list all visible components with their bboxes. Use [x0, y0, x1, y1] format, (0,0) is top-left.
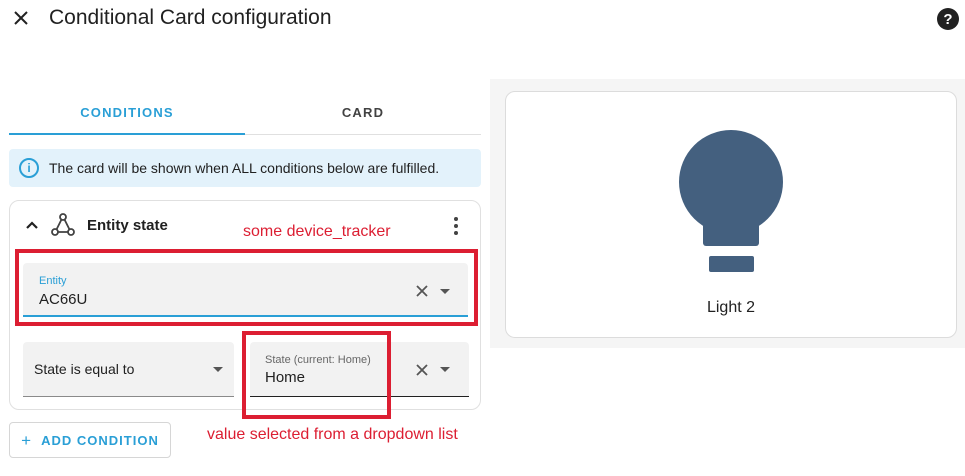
state-dropdown-arrow[interactable] [440, 367, 450, 372]
more-options-button[interactable] [448, 213, 464, 239]
info-alert-text: The card will be shown when ALL conditio… [49, 160, 440, 176]
kebab-dot [454, 231, 458, 235]
annotation-state-note: value selected from a dropdown list [207, 426, 458, 443]
info-icon: i [19, 158, 39, 178]
condition-title: Entity state [87, 217, 168, 234]
collapse-button[interactable] [22, 215, 42, 235]
lightbulb-icon [679, 130, 783, 272]
plus-icon: + [21, 430, 32, 450]
operator-dropdown-arrow[interactable] [213, 367, 223, 372]
state-operator-select[interactable]: State is equal to [23, 342, 234, 397]
help-icon: ? [943, 10, 953, 28]
info-alert: i The card will be shown when ALL condit… [9, 149, 481, 187]
state-operator-value: State is equal to [34, 361, 135, 377]
close-button[interactable] [8, 5, 34, 31]
dialog-title: Conditional Card configuration [49, 6, 332, 29]
annotation-box-entity [15, 249, 478, 326]
state-clear-button[interactable] [413, 361, 431, 379]
kebab-dot [454, 217, 458, 221]
annotation-box-state [242, 331, 391, 419]
kebab-dot [454, 224, 458, 228]
close-icon [416, 364, 428, 376]
chevron-up-icon [26, 221, 38, 229]
tab-conditions[interactable]: CONDITIONS [9, 90, 245, 135]
close-icon [14, 11, 28, 25]
entity-state-icon [51, 213, 75, 236]
add-condition-button[interactable]: + ADD CONDITION [9, 422, 171, 458]
light-card-name: Light 2 [706, 299, 756, 316]
add-condition-label: ADD CONDITION [41, 432, 159, 448]
help-button[interactable]: ? [937, 8, 959, 30]
annotation-entity-note: some device_tracker [243, 223, 391, 240]
light-card-preview[interactable]: Light 2 [505, 91, 957, 338]
tab-card[interactable]: CARD [245, 90, 481, 134]
tab-bar: CONDITIONS CARD [9, 90, 481, 135]
